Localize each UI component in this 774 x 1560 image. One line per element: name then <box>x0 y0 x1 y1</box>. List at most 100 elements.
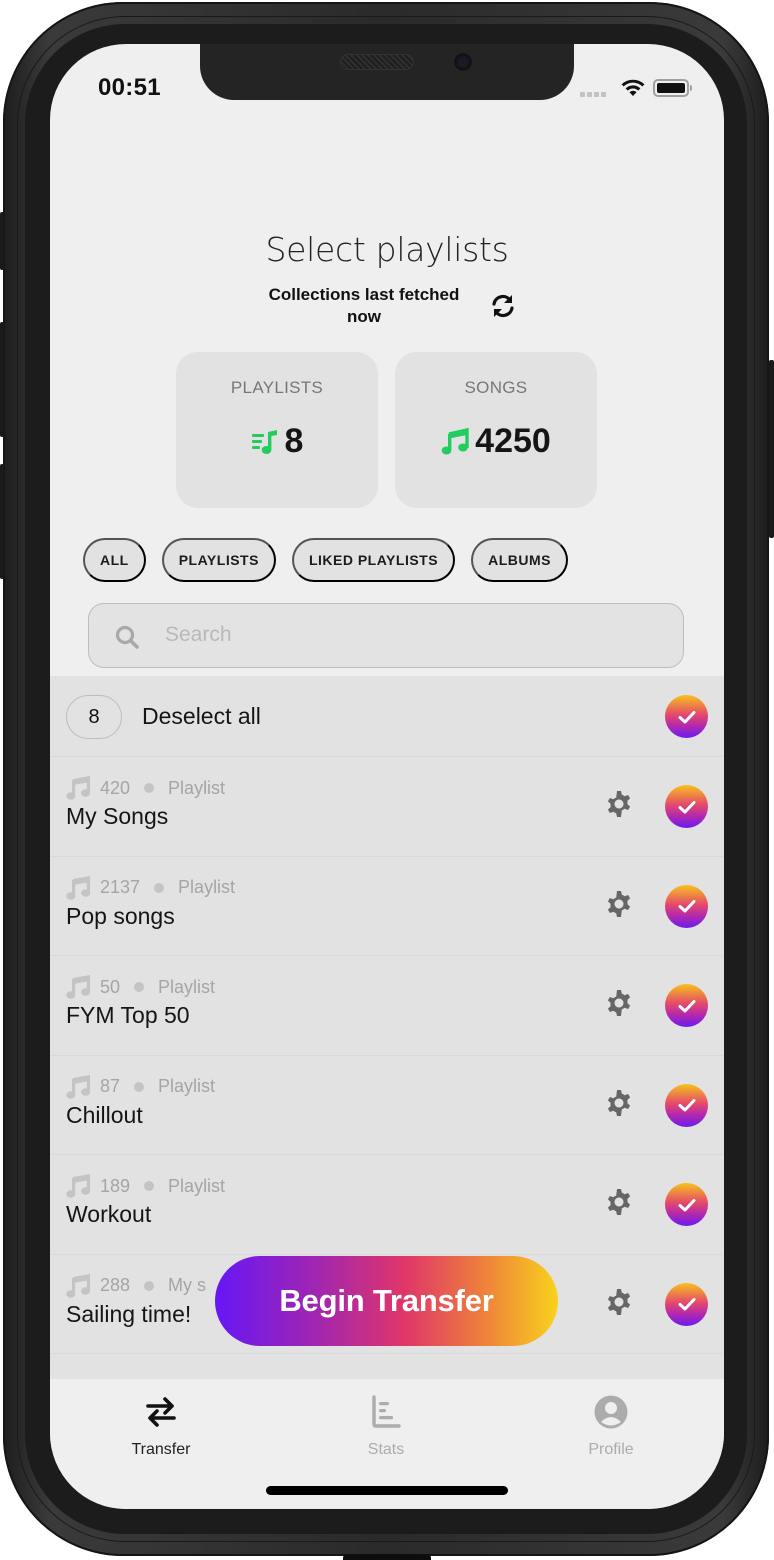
playlist-meta: 288 My s <box>66 1273 206 1299</box>
gear-icon[interactable] <box>605 890 633 918</box>
filter-albums[interactable]: ALBUMS <box>471 538 568 582</box>
charging-port <box>343 1554 431 1560</box>
user-circle-icon <box>594 1395 628 1429</box>
music-note-icon <box>66 975 91 999</box>
screen: 00:51 Select playlists Collections last … <box>50 44 724 1509</box>
playlist-name: Pop songs <box>66 902 175 929</box>
tab-transfer[interactable]: Transfer <box>91 1393 231 1459</box>
separator-dot <box>154 882 165 893</box>
checkmark-icon <box>678 1099 695 1112</box>
separator-dot <box>144 1181 155 1191</box>
playlist-type: Playlist <box>158 976 216 997</box>
wifi-icon <box>621 79 645 96</box>
checkmark-icon <box>678 1298 695 1311</box>
playlist-checkbox[interactable] <box>665 1183 708 1226</box>
playlist-music-icon <box>251 429 277 454</box>
music-note-icon <box>66 776 91 800</box>
checkmark-icon <box>678 1198 695 1211</box>
separator-dot <box>144 783 155 793</box>
playlist-meta: 50 Playlist <box>66 974 215 1000</box>
gear-icon[interactable] <box>605 1089 633 1117</box>
playlist-checkbox[interactable] <box>665 1282 708 1326</box>
playlist-name: Chillout <box>66 1101 143 1128</box>
playlist-type: Playlist <box>168 1175 226 1196</box>
playlist-row[interactable]: 2137 Playlist Pop songs <box>50 857 724 956</box>
checkmark-icon <box>678 710 695 723</box>
playlist-name: My Songs <box>66 803 169 829</box>
stats-chart-icon <box>372 1395 401 1428</box>
front-camera <box>454 53 472 71</box>
last-fetched-text: Collections last fetched now <box>246 284 482 328</box>
last-fetched-time: now <box>347 307 381 326</box>
separator-dot <box>134 982 145 992</box>
filter-chips: ALL PLAYLISTS LIKED PLAYLISTS ALBUMS <box>83 538 568 582</box>
page-title: Select playlists <box>265 230 509 269</box>
playlist-meta: 189 Playlist <box>66 1173 225 1199</box>
tab-stats-label: Stats <box>367 1441 405 1458</box>
notch <box>200 44 574 100</box>
playlist-row[interactable]: 189 Playlist Workout <box>50 1155 724 1255</box>
playlist-meta: 420 Playlist <box>66 775 225 801</box>
cellular-signal-icon <box>580 92 606 97</box>
transfer-arrows-icon <box>146 1397 176 1427</box>
playlist-type: Playlist <box>158 1076 216 1096</box>
last-fetched-info: Collections last fetched now <box>246 284 514 328</box>
checkmark-icon <box>678 800 695 813</box>
search-bar <box>88 603 684 668</box>
songs-stat-card: SONGS 4250 <box>395 352 597 508</box>
volume-up-button <box>0 322 4 437</box>
playlist-row[interactable]: 50 Playlist FYM Top 50 <box>50 956 724 1056</box>
volume-down-button <box>0 464 4 579</box>
selected-count-badge: 8 <box>66 695 122 739</box>
search-input[interactable] <box>165 604 665 666</box>
playlist-type: Playlist <box>178 877 236 897</box>
mute-switch <box>0 212 4 270</box>
playlist-checkbox[interactable] <box>665 984 708 1027</box>
music-note-icon <box>66 1174 91 1198</box>
music-note-icon <box>441 427 469 454</box>
separator-dot <box>144 1280 155 1291</box>
filter-liked-playlists[interactable]: LIKED PLAYLISTS <box>291 538 456 582</box>
playlist-song-count: 189 <box>100 1175 131 1196</box>
playlist-checkbox[interactable] <box>665 884 708 928</box>
gear-icon[interactable] <box>605 989 633 1017</box>
gear-icon[interactable] <box>605 790 633 818</box>
battery-icon <box>653 79 692 97</box>
separator-dot <box>134 1081 145 1092</box>
home-indicator <box>266 1486 508 1495</box>
playlists-stat-label: PLAYLISTS <box>230 378 324 397</box>
playlist-name: Sailing time! <box>66 1300 192 1327</box>
tab-stats[interactable]: Stats <box>316 1393 456 1459</box>
power-button <box>769 360 774 538</box>
begin-transfer-button[interactable]: Begin Transfer <box>215 1256 558 1346</box>
playlist-name: FYM Top 50 <box>66 1002 190 1028</box>
playlist-row-partial[interactable] <box>50 1354 724 1379</box>
search-icon <box>115 625 139 649</box>
music-note-icon <box>66 1074 91 1099</box>
playlist-song-count: 288 <box>100 1275 131 1295</box>
deselect-all-button[interactable]: Deselect all <box>142 703 261 730</box>
last-fetched-label: Collections last fetched <box>268 285 460 304</box>
playlist-checkbox[interactable] <box>665 1083 708 1127</box>
songs-stat-label: SONGS <box>464 378 528 397</box>
playlist-row[interactable]: 420 Playlist My Songs <box>50 757 724 857</box>
tab-transfer-label: Transfer <box>131 1441 191 1458</box>
earpiece-speaker <box>340 54 414 70</box>
playlist-checkbox[interactable] <box>665 785 708 828</box>
music-note-icon <box>66 1273 91 1298</box>
tab-profile[interactable]: Profile <box>541 1393 681 1459</box>
playlist-row[interactable]: 87 Playlist Chillout <box>50 1056 724 1155</box>
songs-count: 4250 <box>475 422 551 460</box>
checkmark-icon <box>678 900 695 913</box>
playlist-song-count: 50 <box>100 976 121 997</box>
gear-icon[interactable] <box>605 1288 633 1316</box>
select-all-checkbox[interactable] <box>665 695 708 738</box>
playlist-name: Workout <box>66 1201 152 1227</box>
playlist-meta: 87 Playlist <box>66 1074 215 1100</box>
gear-icon[interactable] <box>605 1188 633 1216</box>
filter-playlists[interactable]: PLAYLISTS <box>161 538 276 582</box>
playlists-count: 8 <box>284 422 304 460</box>
refresh-icon[interactable] <box>489 292 517 320</box>
filter-all[interactable]: ALL <box>83 538 146 582</box>
checkmark-icon <box>678 999 695 1012</box>
